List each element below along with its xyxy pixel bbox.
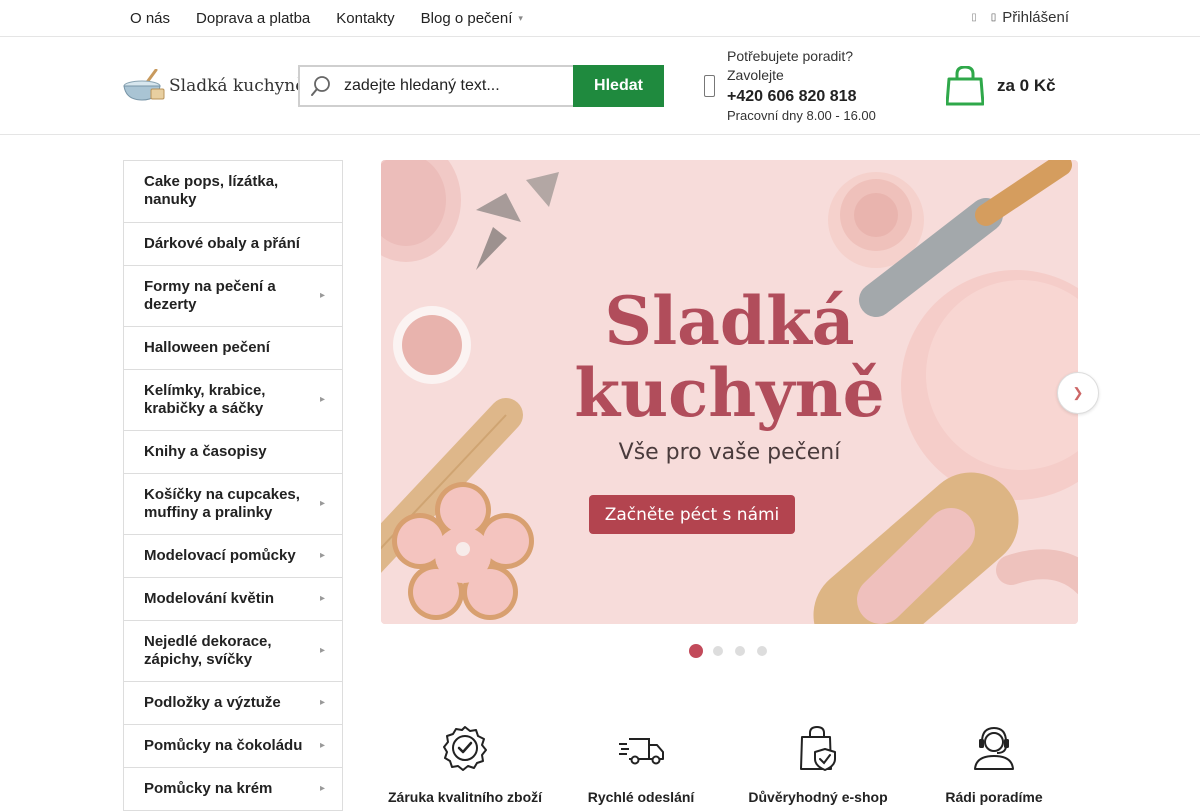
- category-item[interactable]: Cake pops, lízátka, nanuky: [124, 161, 342, 223]
- wishlist-icon[interactable]: ▯: [971, 12, 977, 23]
- banner-cta-button[interactable]: Začněte péct s námi: [589, 495, 795, 534]
- banner-subtitle: Vše pro vaše pečení: [618, 440, 841, 465]
- slider-next-button[interactable]: ❯: [1057, 372, 1099, 414]
- contact-phone[interactable]: +420 606 820 818: [727, 86, 907, 108]
- banner-title-line1: Sladká: [604, 282, 855, 360]
- logo-text: Sladká kuchyně: [169, 76, 306, 96]
- feature-support: Rádi poradíme: [904, 725, 1084, 805]
- top-bar: O nás Doprava a platba Kontakty Blog o p…: [0, 0, 1200, 37]
- category-item[interactable]: Podložky a výztuže ▸: [124, 682, 342, 725]
- search-button[interactable]: Hledat: [573, 65, 664, 107]
- banner-cta-label: Začněte péct s námi: [604, 504, 780, 525]
- category-item[interactable]: Košíčky na cupcakes, muffiny a pralinky ▸: [124, 474, 342, 535]
- category-label: Cake pops, lízátka, nanuky: [144, 173, 279, 208]
- contact-question: Potřebujete poradit?: [727, 48, 854, 64]
- main-header: Sladká kuchyně Hledat Potřebujete poradi…: [0, 37, 1200, 135]
- chevron-right-icon: ❯: [1072, 385, 1084, 400]
- search-bar: Hledat: [298, 65, 664, 107]
- category-item[interactable]: Knihy a časopisy: [124, 431, 342, 474]
- topnav-link-contacts[interactable]: Kontakty: [336, 10, 394, 27]
- chevron-right-icon: ▸: [319, 697, 325, 708]
- category-label: Knihy a časopisy: [144, 443, 267, 460]
- category-label: Nejedlé dekorace, zápichy, svíčky: [144, 633, 272, 668]
- chevron-right-icon: ▸: [319, 645, 325, 656]
- search-input[interactable]: [342, 76, 566, 96]
- category-label: Pomůcky na čokoládu: [144, 737, 303, 754]
- feature-label: Rádi poradíme: [945, 789, 1043, 805]
- top-navigation: O nás Doprava a platba Kontakty Blog o p…: [130, 0, 549, 36]
- feature-trusted: Důvěryhodný e-shop: [728, 725, 908, 805]
- feature-shipping: Rychlé odeslání: [551, 725, 731, 805]
- slider-dots: [689, 644, 779, 658]
- quality-badge-icon: [443, 726, 487, 771]
- category-item[interactable]: Modelování květin ▸: [124, 578, 342, 621]
- support-agent-icon: [974, 726, 1014, 770]
- logo[interactable]: Sladká kuchyně: [123, 69, 305, 103]
- chevron-right-icon: ▸: [319, 550, 325, 561]
- feature-label: Záruka kvalitního zboží: [387, 789, 543, 805]
- shopping-bag-icon: [946, 66, 984, 106]
- category-label: Kelímky, krabice, krabičky a sáčky: [144, 382, 266, 417]
- category-label: Modelování květin: [144, 590, 275, 607]
- topnav-link-blog[interactable]: Blog o pečení ▾: [421, 10, 523, 27]
- user-icon: ▯: [990, 11, 997, 23]
- mixing-bowl-icon: [123, 69, 165, 101]
- category-label: Halloween pečení: [144, 339, 270, 356]
- category-item[interactable]: Formy na pečení a dezerty ▸: [124, 266, 342, 327]
- category-label: Dárkové obaly a přání: [144, 235, 300, 252]
- chevron-right-icon: ▸: [319, 394, 325, 405]
- contact-hours: Pracovní dny 8.00 - 16.00: [727, 108, 876, 123]
- banner-title-line2: kuchyně: [574, 354, 885, 432]
- category-item[interactable]: Nejedlé dekorace, zápichy, svíčky ▸: [124, 621, 342, 682]
- slider-dot[interactable]: [757, 646, 767, 656]
- hero-banner[interactable]: Sladká kuchyně Vše pro vaše pečení Začně…: [381, 160, 1078, 624]
- chevron-right-icon: ▸: [319, 290, 325, 301]
- login-link[interactable]: Přihlášení: [1002, 9, 1069, 26]
- topnav-link-blog-label: Blog o pečení: [420, 9, 513, 27]
- topnav-link-shipping[interactable]: Doprava a platba: [196, 10, 310, 27]
- chevron-down-icon: ▾: [518, 12, 523, 23]
- chevron-right-icon: ▸: [319, 783, 325, 794]
- cart-button[interactable]: za 0 Kč: [946, 66, 1056, 106]
- category-item[interactable]: Modelovací pomůcky ▸: [124, 535, 342, 578]
- chevron-right-icon: ▸: [319, 593, 325, 604]
- category-label: Pomůcky na krém: [144, 780, 273, 797]
- category-item[interactable]: Pomůcky na čokoládu ▸: [124, 725, 342, 768]
- category-label: Modelovací pomůcky: [144, 547, 296, 564]
- category-sidebar: Cake pops, lízátka, nanuky Dárkové obaly…: [123, 160, 343, 811]
- feature-label: Důvěryhodný e-shop: [748, 789, 888, 805]
- chevron-right-icon: ▸: [319, 498, 325, 509]
- search-icon: [311, 76, 330, 96]
- secure-bag-icon: [800, 725, 836, 771]
- slider-dot[interactable]: [735, 646, 745, 656]
- login-area: ▯ ▯ Přihlášení: [971, 0, 1069, 34]
- cart-total: za 0 Kč: [997, 76, 1056, 95]
- search-box: [298, 65, 573, 107]
- topnav-link-about[interactable]: O nás: [130, 10, 170, 27]
- category-item[interactable]: Dárkové obaly a přání: [124, 223, 342, 266]
- category-label: Podložky a výztuže: [144, 694, 281, 711]
- category-item[interactable]: Pomůcky na krém ▸: [124, 768, 342, 811]
- feature-quality: Záruka kvalitního zboží: [375, 725, 555, 805]
- feature-label: Rychlé odeslání: [587, 789, 695, 805]
- category-label: Formy na pečení a dezerty: [144, 278, 276, 313]
- contact-call-label: Zavolejte: [727, 67, 784, 83]
- slider-dot[interactable]: [689, 644, 703, 658]
- category-item[interactable]: Halloween pečení: [124, 327, 342, 370]
- category-item[interactable]: Kelímky, krabice, krabičky a sáčky ▸: [124, 370, 342, 431]
- slider-dot[interactable]: [713, 646, 723, 656]
- delivery-truck-icon: [619, 738, 664, 765]
- category-label: Košíčky na cupcakes, muffiny a pralinky: [144, 486, 300, 521]
- chevron-right-icon: ▸: [319, 740, 325, 751]
- phone-icon: [704, 75, 715, 97]
